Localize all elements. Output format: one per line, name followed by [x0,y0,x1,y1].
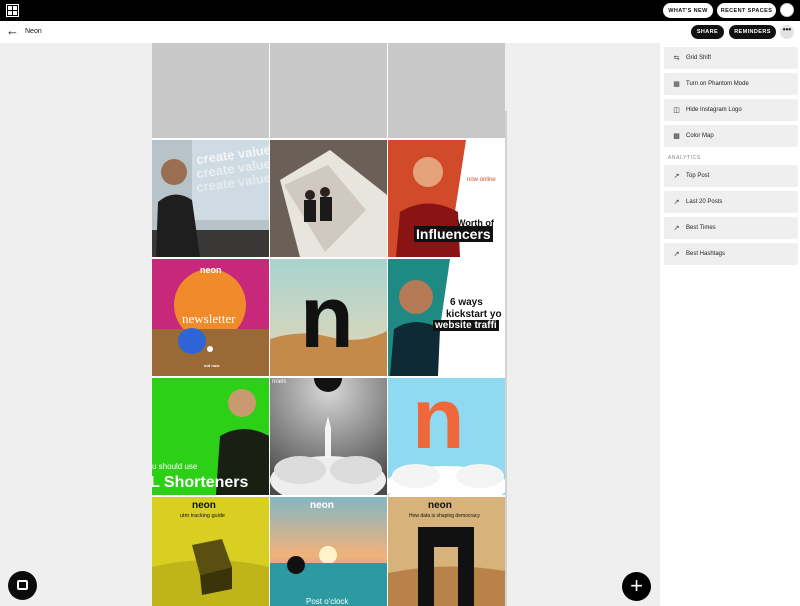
post-image [270,497,387,606]
avatar[interactable] [780,3,794,17]
trend-icon: ↗ [673,251,680,258]
panel-item-label: Best Hashtags [686,251,726,257]
post-tile[interactable]: n [270,259,387,376]
recent-spaces-button[interactable]: RECENT SPACES [717,3,776,18]
top-post-button[interactable]: ↗ Top Post [664,165,798,187]
grid-shift-icon: ⇆ [673,55,680,62]
post-tile[interactable]: neon How data is shaping democracy [388,497,505,606]
post-headline: newsletter [182,311,236,326]
post-tile[interactable]: create value create value create value [152,140,269,257]
whats-new-button[interactable]: WHAT'S NEW [663,3,713,18]
grid-shift-button[interactable]: ⇆ Grid Shift [664,47,798,69]
panel-item-label: Best Times [686,225,716,231]
add-post-button[interactable]: + [622,572,651,601]
post-text: Post o'clock [306,597,349,606]
post-tile[interactable] [270,140,387,257]
analytics-heading: ANALYTICS [668,155,701,161]
back-arrow-icon[interactable]: ← [6,24,20,38]
app-logo[interactable] [6,4,19,17]
post-headline: Influencers [414,226,493,242]
post-text: neon [192,500,216,511]
grid-scrollbar[interactable] [505,111,507,606]
phantom-icon: ▦ [673,81,680,88]
space-header: ← Neon SHARE REMINDERS ••• [0,21,800,43]
post-text: How data is shaping democracy [409,513,480,519]
post-text: neon [310,500,334,511]
color-map-icon: ▩ [673,133,680,140]
post-text: kickstart yo [446,309,502,320]
post-text: utm tracking guide [180,513,225,519]
tools-panel: ⇆ Grid Shift ▦ Turn on Phantom Mode ◫ Hi… [660,43,800,606]
instagram-logo-icon: ◫ [673,107,680,114]
post-headline: n [300,267,354,366]
panel-item-label: Turn on Phantom Mode [686,81,749,87]
panel-item-label: Color Map [686,133,714,139]
post-text: nnels [272,379,287,385]
post-text: neon [428,500,452,511]
post-text: now online [467,177,496,183]
last-20-posts-button[interactable]: ↗ Last 20 Posts [664,191,798,213]
post-tile[interactable]: u should use L Shorteners [152,378,269,495]
panel-item-label: Hide Instagram Logo [686,107,742,113]
post-text: neon [200,265,222,275]
post-tile[interactable]: neon Post o'clock [270,497,387,606]
post-text: 6 ways [450,297,483,308]
best-hashtags-button[interactable]: ↗ Best Hashtags [664,243,798,265]
post-tile[interactable]: nnels [270,378,387,495]
post-tile[interactable]: now online Worth of Influencers [388,140,505,257]
panel-item-label: Grid Shift [686,55,712,61]
space-title: Neon [25,28,42,35]
color-map-button[interactable]: ▩ Color Map [664,125,798,147]
chat-support-button[interactable] [8,571,37,600]
grid-placeholder-tile[interactable] [388,43,505,138]
grid-placeholder-tile[interactable] [152,43,269,138]
post-tile[interactable]: neon newsletter out now [152,259,269,376]
more-options-button[interactable]: ••• [780,25,794,39]
trend-icon: ↗ [673,173,680,180]
post-tile[interactable]: 6 ways kickstart yo website traffi [388,259,505,376]
chat-icon [17,580,28,590]
post-grid: create value create value create value n… [152,43,505,606]
panel-item-label: Top Post [686,173,710,179]
grid-placeholder-tile[interactable] [270,43,387,138]
post-image [270,378,387,495]
best-times-button[interactable]: ↗ Best Times [664,217,798,239]
post-image [270,140,387,257]
share-button[interactable]: SHARE [691,25,724,39]
post-headline: n [412,378,465,467]
post-headline: website traffi [433,320,499,331]
grid-canvas: create value create value create value n… [0,43,660,606]
reminders-button[interactable]: REMINDERS [729,25,776,39]
post-text: out now [204,363,220,368]
trend-icon: ↗ [673,199,680,206]
post-tile[interactable]: n [388,378,505,495]
hide-instagram-logo-button[interactable]: ◫ Hide Instagram Logo [664,99,798,121]
phantom-mode-button[interactable]: ▦ Turn on Phantom Mode [664,73,798,95]
trend-icon: ↗ [673,225,680,232]
top-bar: WHAT'S NEW RECENT SPACES [0,0,800,21]
post-text: u should use [152,462,198,471]
post-headline: L Shorteners [152,474,249,491]
panel-item-label: Last 20 Posts [686,199,723,205]
post-tile[interactable]: neon utm tracking guide [152,497,269,606]
